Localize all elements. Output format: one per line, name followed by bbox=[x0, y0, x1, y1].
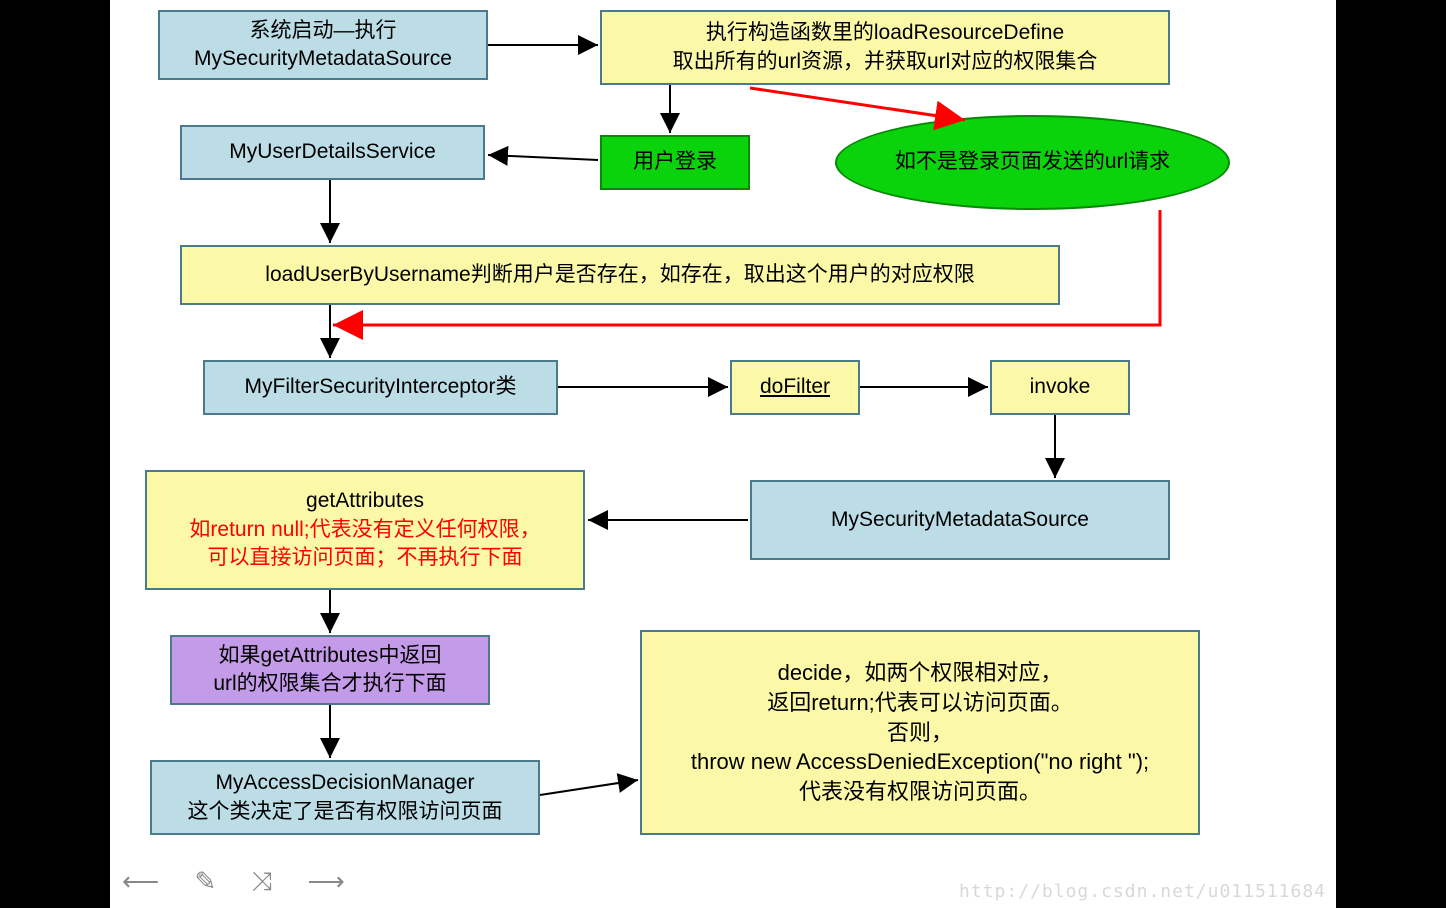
node-user-login: 用户登录 bbox=[600, 135, 750, 190]
watermark: http://blog.csdn.net/u011511684 bbox=[959, 881, 1326, 902]
text: getAttributes bbox=[306, 487, 424, 515]
node-if-returns-permissions: 如果getAttributes中返回 url的权限集合才执行下面 bbox=[170, 635, 490, 705]
text: 如果getAttributes中返回 bbox=[219, 642, 442, 670]
node-filter-security-interceptor: MyFilterSecurityInterceptor类 bbox=[203, 360, 558, 415]
text: MyAccessDecisionManager bbox=[215, 769, 474, 797]
text: MyUserDetailsService bbox=[229, 138, 436, 166]
text: throw new AccessDeniedException("no righ… bbox=[691, 747, 1149, 777]
text: 执行构造函数里的loadResourceDefine bbox=[706, 19, 1064, 47]
node-not-login-url: 如不是登录页面发送的url请求 bbox=[835, 115, 1230, 210]
node-access-decision-manager: MyAccessDecisionManager 这个类决定了是否有权限访问页面 bbox=[150, 760, 540, 835]
text: MyFilterSecurityInterceptor类 bbox=[245, 373, 517, 401]
node-invoke: invoke bbox=[990, 360, 1130, 415]
node-dofilter: doFilter bbox=[730, 360, 860, 415]
node-metadata-source2: MySecurityMetadataSource bbox=[750, 480, 1170, 560]
text: 代表没有权限访问页面。 bbox=[799, 777, 1041, 807]
node-decide: decide，如两个权限相对应， 返回return;代表可以访问页面。 否则， … bbox=[640, 630, 1200, 835]
text: MySecurityMetadataSource bbox=[831, 506, 1089, 534]
node-system-start: 系统启动—执行 MySecurityMetadataSource bbox=[158, 10, 488, 80]
text: 用户登录 bbox=[633, 148, 717, 176]
text: decide，如两个权限相对应， bbox=[778, 658, 1063, 688]
text: 如不是登录页面发送的url请求 bbox=[895, 148, 1170, 176]
text: loadUserByUsername判断用户是否存在，如存在，取出这个用户的对应… bbox=[265, 261, 974, 289]
text: MySecurityMetadataSource bbox=[194, 45, 452, 73]
node-user-details-service: MyUserDetailsService bbox=[180, 125, 485, 180]
text: 如return null;代表没有定义任何权限， bbox=[189, 516, 540, 544]
node-get-attributes: getAttributes 如return null;代表没有定义任何权限， 可… bbox=[145, 470, 585, 590]
text: url的权限集合才执行下面 bbox=[213, 670, 446, 698]
text: 这个类决定了是否有权限访问页面 bbox=[188, 798, 503, 826]
node-load-user-by-username: loadUserByUsername判断用户是否存在，如存在，取出这个用户的对应… bbox=[180, 245, 1060, 305]
text: 返回return;代表可以访问页面。 bbox=[767, 688, 1073, 718]
nav-icons[interactable]: ⟵ ✎ ⤨ ⟶ bbox=[122, 866, 359, 898]
node-load-resource-define: 执行构造函数里的loadResourceDefine 取出所有的url资源，并获… bbox=[600, 10, 1170, 85]
text: 取出所有的url资源，并获取url对应的权限集合 bbox=[673, 48, 1098, 76]
text: 否则， bbox=[887, 718, 953, 748]
text: 可以直接访问页面；不再执行下面 bbox=[208, 544, 523, 572]
text: 系统启动—执行 bbox=[250, 17, 397, 45]
text: doFilter bbox=[760, 373, 830, 401]
text: invoke bbox=[1030, 373, 1091, 401]
